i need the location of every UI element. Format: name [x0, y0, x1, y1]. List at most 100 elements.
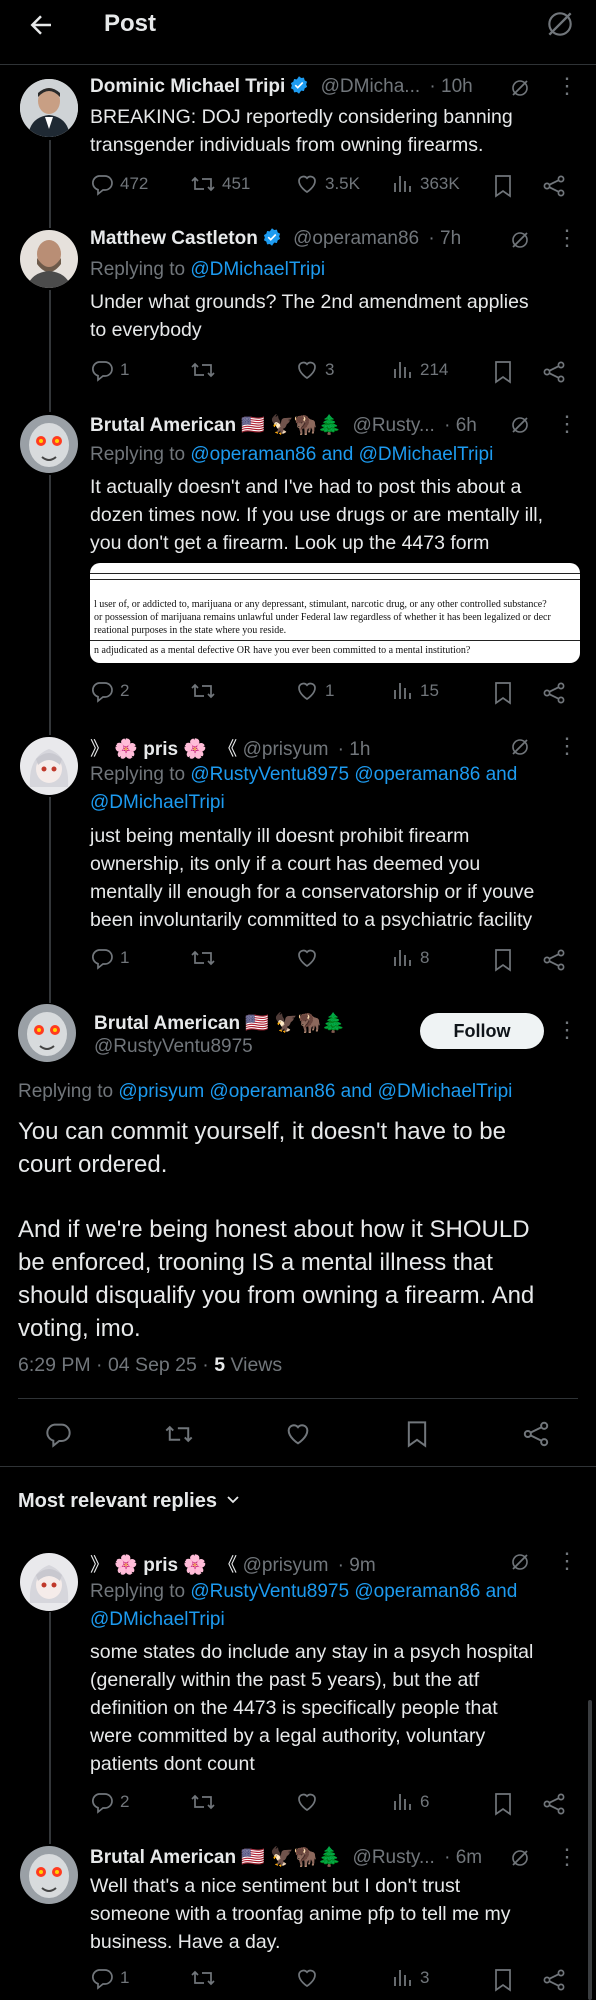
reply-button[interactable]: 1	[90, 946, 129, 970]
reply-button[interactable]: 472	[90, 172, 148, 196]
handle[interactable]: @Rusty...	[353, 1847, 435, 1868]
views-button[interactable]: 214	[392, 358, 448, 382]
sort-replies-dropdown[interactable]: Most relevant replies	[18, 1490, 241, 1513]
repost-button[interactable]: 451	[190, 172, 250, 196]
views-button[interactable]: 363K	[392, 172, 460, 196]
more-options-icon[interactable]: ⋮	[556, 1846, 578, 1868]
replying-prefix: Replying to	[18, 1081, 114, 1102]
mention-link[interactable]: @RustyVentu8975 @operaman86 and	[190, 1581, 517, 1602]
grok-icon[interactable]	[508, 1550, 532, 1579]
grok-icon[interactable]	[544, 8, 576, 40]
grok-icon[interactable]	[508, 1846, 532, 1875]
scrollbar[interactable]	[588, 1700, 592, 2000]
more-options-icon[interactable]: ⋮	[556, 75, 578, 97]
mention-link[interactable]: @prisyum @operaman86 and @DMichaelTripi	[118, 1081, 512, 1102]
repost-button[interactable]	[190, 679, 222, 703]
reply-button[interactable]: 1	[90, 1966, 129, 1990]
mention-link[interactable]: @operaman86 and @DMichaelTripi	[190, 444, 493, 465]
like-button[interactable]	[295, 1790, 325, 1814]
display-name[interactable]: Matthew Castleton	[90, 228, 258, 249]
arrow-left-icon[interactable]	[26, 10, 56, 40]
like-button[interactable]: 3	[295, 358, 334, 382]
bookmark-icon[interactable]	[492, 681, 514, 705]
grok-icon[interactable]	[508, 735, 532, 764]
share-icon[interactable]	[542, 360, 566, 384]
form-4473-image[interactable]: l user of, or addicted to, marijuana or …	[90, 563, 580, 663]
repost-button[interactable]	[190, 1790, 222, 1814]
avatar[interactable]	[20, 1846, 78, 1904]
handle[interactable]: @prisyum	[243, 1555, 329, 1576]
timestamp[interactable]: · 6m	[444, 1847, 482, 1868]
heart-icon[interactable]	[284, 1420, 312, 1448]
display-name[interactable]: 🌸 pris 🌸	[114, 1555, 207, 1576]
like-button[interactable]: 1	[295, 679, 334, 703]
more-options-icon[interactable]: ⋮	[556, 735, 578, 757]
reply-button[interactable]: 1	[90, 358, 129, 382]
mention-link[interactable]: @DMichaelTripi	[190, 259, 325, 280]
share-icon[interactable]	[542, 1968, 566, 1992]
timestamp[interactable]: · 6h	[444, 415, 477, 436]
bookmark-icon[interactable]	[492, 360, 514, 384]
more-options-icon[interactable]: ⋮	[556, 227, 578, 249]
more-options-icon[interactable]: ⋮	[556, 1019, 578, 1041]
repost-icon[interactable]	[164, 1420, 194, 1448]
grok-icon[interactable]	[508, 413, 532, 442]
text-line: mentally ill enough for a conservatorshi…	[90, 881, 535, 903]
views-button[interactable]: 3	[392, 1966, 429, 1990]
share-icon[interactable]	[542, 948, 566, 972]
share-icon[interactable]	[542, 174, 566, 198]
handle[interactable]: @operaman86	[293, 228, 419, 249]
bookmark-icon[interactable]	[492, 1792, 514, 1816]
handle[interactable]: @DMicha...	[321, 76, 421, 97]
text-line: some states do include any stay in a psy…	[90, 1641, 534, 1663]
display-name[interactable]: Dominic Michael Tripi	[90, 76, 285, 97]
avatar[interactable]	[20, 1553, 78, 1611]
views-button[interactable]: 15	[392, 679, 439, 703]
post-timestamp[interactable]: 6:29 PM · 04 Sep 25 ·	[18, 1354, 214, 1376]
share-icon[interactable]	[522, 1420, 550, 1448]
share-icon[interactable]	[542, 681, 566, 705]
reply-icon[interactable]	[44, 1420, 72, 1448]
timestamp[interactable]: · 1h	[338, 739, 371, 760]
reply-button[interactable]: 2	[90, 1790, 129, 1814]
display-name[interactable]: Brutal American 🇺🇸 🦅🦬🌲	[90, 415, 341, 436]
handle[interactable]: @prisyum	[243, 739, 329, 760]
follow-button[interactable]: Follow	[420, 1013, 544, 1049]
like-button[interactable]	[295, 946, 325, 970]
like-button[interactable]: 3.5K	[295, 172, 360, 196]
handle[interactable]: @RustyVentu8975	[94, 1036, 253, 1057]
grok-icon[interactable]	[508, 76, 532, 105]
display-name[interactable]: Brutal American 🇺🇸 🦅🦬🌲	[94, 1013, 345, 1034]
bookmark-icon[interactable]	[404, 1420, 430, 1448]
timestamp[interactable]: · 9m	[338, 1555, 376, 1576]
more-options-icon[interactable]: ⋮	[556, 413, 578, 435]
avatar[interactable]	[20, 415, 78, 473]
timestamp[interactable]: · 10h	[429, 76, 472, 97]
avatar[interactable]	[20, 230, 78, 288]
repost-button[interactable]	[190, 946, 222, 970]
avatar[interactable]	[18, 1004, 76, 1062]
reply-button[interactable]: 2	[90, 679, 129, 703]
mention-link[interactable]: @DMichaelTripi	[90, 1609, 225, 1630]
bookmark-icon[interactable]	[492, 174, 514, 198]
bookmark-icon[interactable]	[492, 1968, 514, 1992]
display-name[interactable]: Brutal American 🇺🇸 🦅🦬🌲	[90, 1847, 341, 1868]
repost-button[interactable]	[190, 358, 222, 382]
avatar[interactable]	[20, 79, 78, 137]
more-options-icon[interactable]: ⋮	[556, 1550, 578, 1572]
share-icon[interactable]	[542, 1792, 566, 1816]
like-button[interactable]	[295, 1966, 325, 1990]
display-name[interactable]: 🌸 pris 🌸	[114, 739, 207, 760]
mention-link[interactable]: @DMichaelTripi	[90, 792, 225, 813]
mention-link[interactable]: @RustyVentu8975 @operaman86 and	[190, 764, 517, 785]
avatar[interactable]	[20, 737, 78, 795]
views-button[interactable]: 6	[392, 1790, 429, 1814]
bookmark-icon[interactable]	[492, 948, 514, 972]
handle[interactable]: @Rusty...	[353, 415, 435, 436]
action-bar: 2 6	[90, 1790, 570, 1820]
text-line: were committed by a legal authority, vol…	[90, 1725, 486, 1747]
grok-icon[interactable]	[508, 228, 532, 257]
repost-button[interactable]	[190, 1966, 222, 1990]
timestamp[interactable]: · 7h	[428, 228, 461, 249]
views-button[interactable]: 8	[392, 946, 429, 970]
